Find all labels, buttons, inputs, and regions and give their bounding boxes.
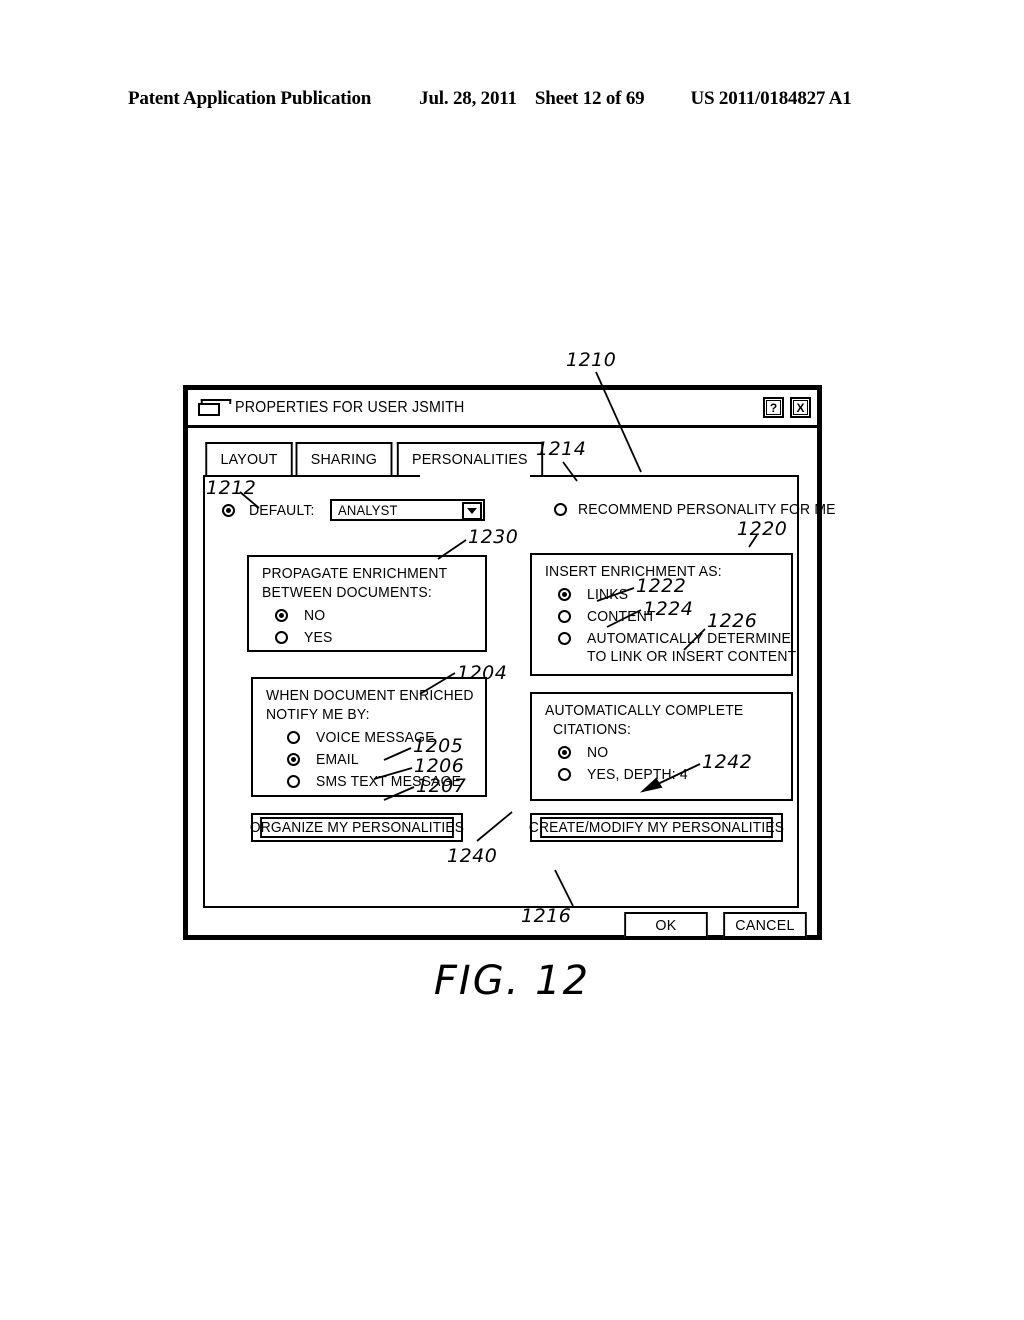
recommend-personality-label: RECOMMEND PERSONALITY FOR ME [578, 501, 836, 518]
tab-personalities-label: PERSONALITIES [411, 451, 528, 468]
ref-1204: 1204 [457, 662, 508, 684]
notify-email-label: EMAIL [316, 751, 359, 768]
ref-1216: 1216 [521, 905, 572, 927]
insert-links-label: LINKS [587, 586, 629, 603]
cancel-button[interactable]: CANCEL [723, 912, 807, 938]
notify-heading-line1: WHEN DOCUMENT ENRICHED [266, 687, 474, 704]
cancel-button-label: CANCEL [735, 916, 795, 934]
titlebar-buttons: ? X [763, 397, 811, 418]
recommend-personality-row[interactable]: RECOMMEND PERSONALITY FOR ME [554, 501, 855, 518]
notify-heading-line2: NOTIFY ME BY: [266, 706, 370, 723]
sheet-number: Sheet 12 of 69 [534, 88, 645, 109]
insert-option-automatic[interactable]: AUTOMATICALLY DETERMINE [558, 630, 791, 647]
ref-1222: 1222 [636, 575, 687, 597]
chevron-down-icon[interactable] [461, 502, 482, 520]
ok-button-label: OK [655, 916, 677, 934]
propagate-heading-line1: PROPAGATE ENRICHMENT [262, 565, 448, 582]
patent-page-header: Patent Application Publication Jul. 28, … [128, 88, 896, 110]
citations-option-yes[interactable]: YES, DEPTH: 4 [558, 766, 791, 783]
dialog-footer-buttons: OK CANCEL [622, 912, 809, 938]
notify-sms-radio[interactable] [287, 775, 300, 788]
help-button[interactable]: ? [763, 397, 784, 418]
propagate-option-no[interactable]: NO [275, 607, 485, 624]
citations-no-radio[interactable] [558, 746, 571, 759]
publication-date: Jul. 28, 2011 [419, 88, 517, 109]
dialog-titlebar: PROPERTIES FOR USER JSMITH ? X [188, 390, 817, 428]
ref-1226: 1226 [707, 610, 758, 632]
ref-1206: 1206 [414, 755, 465, 777]
citations-heading-line1: AUTOMATICALLY COMPLETE [545, 702, 744, 719]
ref-1242: 1242 [702, 751, 753, 773]
ref-1207: 1207 [416, 775, 467, 797]
propagate-no-label: NO [304, 607, 326, 624]
tab-layout-label: LAYOUT [220, 451, 278, 468]
ref-1210: 1210 [566, 349, 617, 371]
propagate-heading-line2: BETWEEN DOCUMENTS: [262, 584, 432, 601]
propagate-enrichment-group: PROPAGATE ENRICHMENT BETWEEN DOCUMENTS: … [247, 555, 487, 652]
ref-1205: 1205 [413, 735, 464, 757]
insert-content-radio[interactable] [558, 610, 571, 623]
propagate-no-radio[interactable] [275, 609, 288, 622]
auto-complete-citations-group: AUTOMATICALLY COMPLETE CITATIONS: NO YES… [530, 692, 793, 801]
tab-sharing[interactable]: SHARING [295, 442, 393, 475]
citations-no-label: NO [587, 744, 609, 761]
citations-yes-label: YES, DEPTH: 4 [587, 766, 688, 783]
publication-number: US 2011/0184827 A1 [690, 88, 852, 109]
notify-voice-radio[interactable] [287, 731, 300, 744]
ref-1230: 1230 [468, 526, 519, 548]
default-personality-label: DEFAULT: [249, 501, 315, 519]
ref-1212: 1212 [206, 477, 257, 499]
publication-label: Patent Application Publication [128, 88, 372, 109]
propagate-yes-radio[interactable] [275, 631, 288, 644]
insert-automatic-label: AUTOMATICALLY DETERMINE [587, 630, 792, 647]
notify-email-radio[interactable] [287, 753, 300, 766]
create-modify-my-personalities-button[interactable]: CREATE/MODIFY MY PERSONALITIES [529, 813, 784, 842]
propagate-option-yes[interactable]: YES [275, 629, 485, 646]
tab-personalities[interactable]: PERSONALITIES [396, 442, 543, 475]
organize-my-personalities-label: ORGANIZE MY PERSONALITIES [250, 817, 464, 838]
default-personality-radio[interactable] [222, 503, 235, 517]
citations-option-no[interactable]: NO [558, 744, 791, 761]
personality-select[interactable]: ANALYST [329, 499, 485, 521]
propagate-yes-label: YES [304, 629, 333, 646]
figure-caption: FIG. 12 [433, 958, 591, 1004]
tab-sharing-label: SHARING [310, 451, 378, 468]
tab-strip: LAYOUT SHARING PERSONALITIES [203, 440, 817, 475]
dialog-title: PROPERTIES FOR USER JSMITH [235, 398, 465, 416]
folder-icon [198, 398, 232, 417]
insert-automatic-radio[interactable] [558, 632, 571, 645]
citations-yes-radio[interactable] [558, 768, 571, 781]
personality-select-value: ANALYST [337, 502, 398, 518]
ref-1240: 1240 [447, 845, 498, 867]
help-button-label: ? [766, 400, 781, 415]
insert-automatic-label-line2: TO LINK OR INSERT CONTENT [587, 648, 797, 665]
ref-1224: 1224 [643, 598, 694, 620]
ref-1214: 1214 [536, 438, 587, 460]
recommend-personality-radio[interactable] [554, 503, 567, 516]
close-button[interactable]: X [790, 397, 811, 418]
ok-button[interactable]: OK [624, 912, 708, 938]
tab-layout[interactable]: LAYOUT [205, 442, 293, 475]
insert-links-radio[interactable] [558, 588, 571, 601]
ref-1220: 1220 [737, 518, 788, 540]
organize-my-personalities-button[interactable]: ORGANIZE MY PERSONALITIES [250, 813, 464, 842]
close-button-label: X [793, 400, 808, 415]
create-modify-my-personalities-label: CREATE/MODIFY MY PERSONALITIES [529, 817, 784, 838]
citations-heading-line2: CITATIONS: [553, 721, 632, 738]
default-personality-row: DEFAULT: ANALYST [222, 499, 485, 521]
